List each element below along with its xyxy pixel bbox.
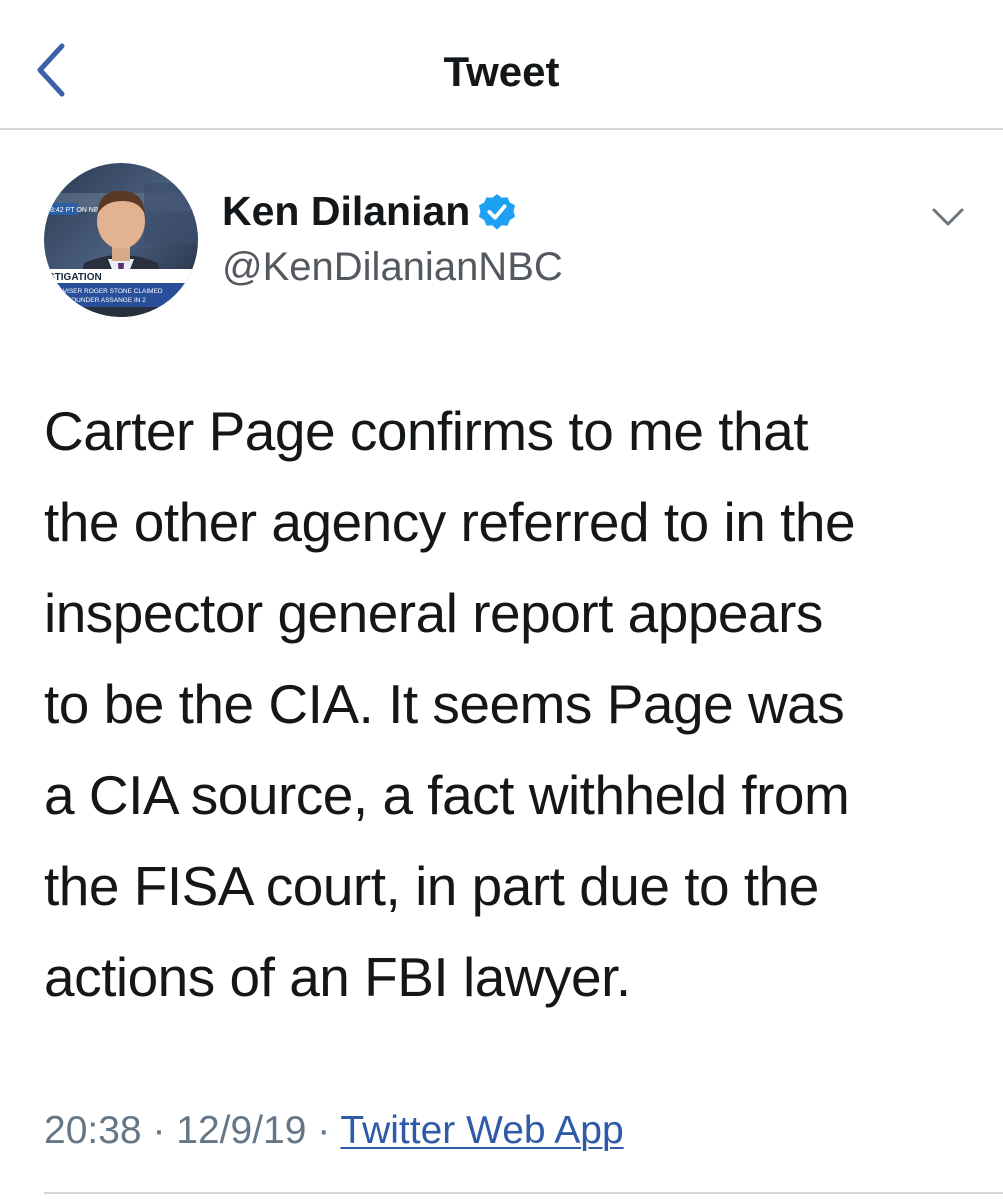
avatar-banner-title: STIGATION xyxy=(48,272,102,283)
divider xyxy=(44,1192,1003,1194)
verified-badge-icon xyxy=(479,193,516,230)
tweet-text-line: the FISA court, in part due to the xyxy=(44,855,819,917)
author-name-text: Ken Dilanian xyxy=(222,188,471,234)
tweet-time: 20:38 xyxy=(44,1109,142,1152)
meta-separator: · xyxy=(317,1109,331,1152)
tweet-date: 12/9/19 xyxy=(176,1109,307,1152)
avatar-banner-line: P ADVISER ROGER STONE CLAIMED xyxy=(48,288,163,295)
avatar-banner-line: EAKS FOUNDER ASSANGE IN 2 xyxy=(48,297,146,304)
network-label: 8:42 PT ON NBC xyxy=(50,207,104,214)
tweet-text-line: inspector general report appears xyxy=(44,582,823,644)
author-handle[interactable]: @KenDilanianNBC xyxy=(222,244,563,290)
meta-separator: · xyxy=(152,1109,166,1152)
tweet-text-line: the other agency referred to in the xyxy=(44,491,856,553)
chevron-down-icon xyxy=(932,208,964,226)
avatar[interactable]: 8:42 PT ON NBC STIGATION P ADVISER ROGER… xyxy=(44,163,198,317)
tweet-options-button[interactable] xyxy=(928,200,968,234)
author-name[interactable]: Ken Dilanian xyxy=(222,188,516,234)
tweet-meta: 20:38 · 12/9/19 · Twitter Web App xyxy=(44,1106,624,1156)
top-nav-bar: Tweet xyxy=(0,0,1003,130)
tweet-text: Carter Page confirms to me that the othe… xyxy=(44,386,974,1023)
tweet-source-link[interactable]: Twitter Web App xyxy=(340,1109,623,1152)
tweet-text-line: a CIA source, a fact withheld from xyxy=(44,764,850,826)
tweet-text-line: Carter Page confirms to me that xyxy=(44,400,808,462)
page-title: Tweet xyxy=(443,48,560,95)
tweet-text-line: actions of an FBI lawyer. xyxy=(44,946,631,1008)
tweet-text-line: to be the CIA. It seems Page was xyxy=(44,673,845,735)
